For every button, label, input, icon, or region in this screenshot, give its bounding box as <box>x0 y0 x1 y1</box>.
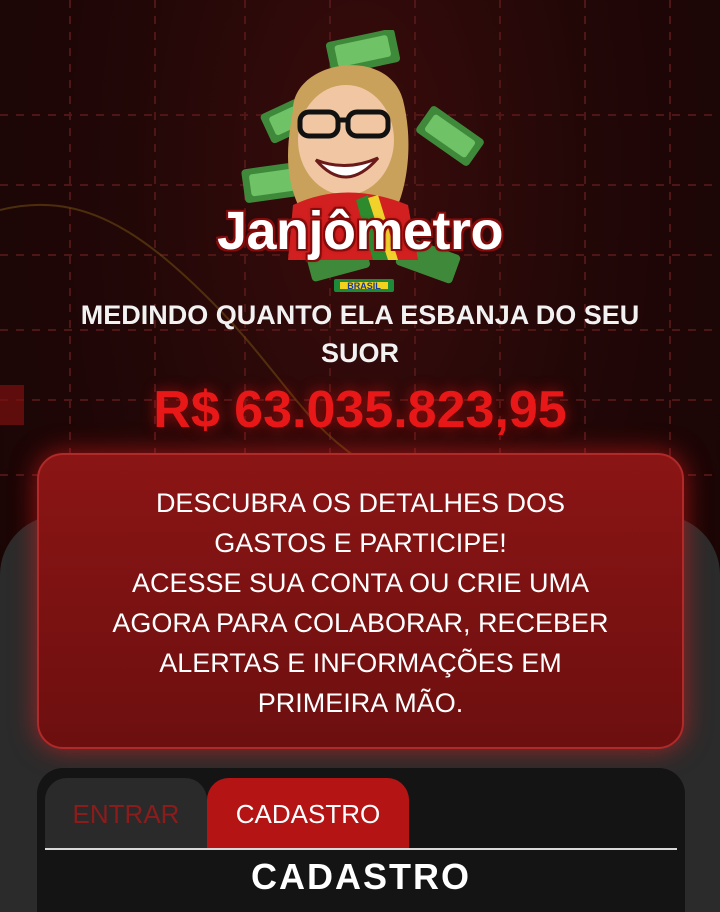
info-box: DESCUBRA OS DETALHES DOS GASTOS E PARTIC… <box>37 453 684 749</box>
tab-entrar[interactable]: ENTRAR <box>45 778 207 850</box>
info-line: AGORA PARA COLABORAR, RECEBER <box>112 608 609 638</box>
page: Janjômetro BRASIL MEDINDO QUANTO ELA ESB… <box>0 0 720 912</box>
info-line: ACESSE SUA CONTA OU CRIE UMA <box>131 568 590 598</box>
info-line: ALERTAS E INFORMAÇÕES EM <box>159 648 562 678</box>
spending-counter: R$ 63.035.823,95 <box>153 381 567 439</box>
info-line: GASTOS E PARTICIPE! <box>214 528 507 558</box>
auth-card: ENTRAR CADASTRO CADASTRO <box>37 768 685 912</box>
page-subtitle: MEDINDO QUANTO ELA ESBANJA DO SEU SUOR <box>80 300 640 368</box>
info-message: DESCUBRA OS DETALHES DOS GASTOS E PARTIC… <box>39 483 682 723</box>
brasil-tag-text: BRASIL <box>347 281 381 291</box>
tab-divider <box>45 848 677 850</box>
brand-title: Janjômetro <box>216 201 504 261</box>
info-line: PRIMEIRA MÃO. <box>257 688 464 718</box>
info-line: DESCUBRA OS DETALHES DOS <box>155 488 566 518</box>
tab-cadastro[interactable]: CADASTRO <box>207 778 409 850</box>
section-title: CADASTRO <box>251 856 471 897</box>
brasil-flag-tag: BRASIL <box>334 279 394 292</box>
